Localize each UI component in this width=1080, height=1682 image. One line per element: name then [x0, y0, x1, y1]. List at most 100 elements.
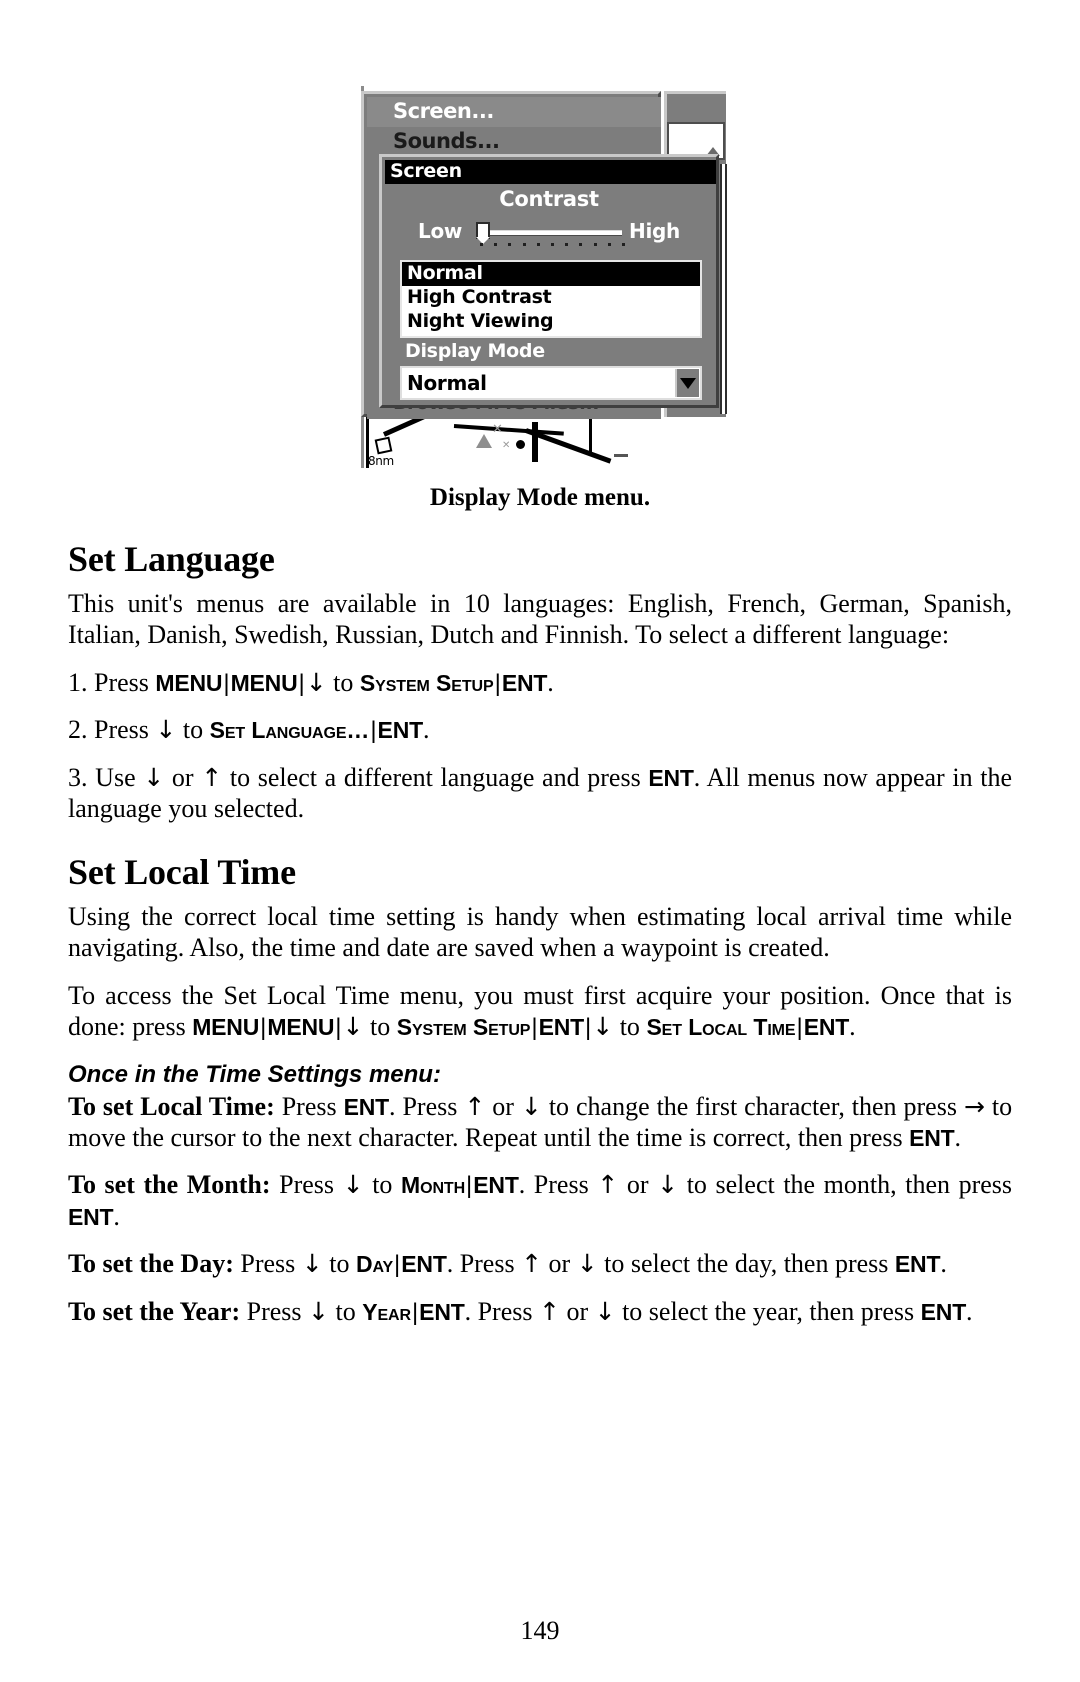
slider-high-label: High [629, 219, 680, 243]
separator: | [494, 669, 501, 697]
instruction-text: Press [279, 1170, 335, 1200]
connector: or [566, 1296, 589, 1326]
menu-set-language: Set Language… [209, 717, 370, 744]
set-language-step-3: 3. Use ↓ or ↑ to select a different lang… [68, 762, 1012, 825]
key-ent: ENT [648, 764, 694, 791]
step-body: to select a different language and press [229, 762, 641, 792]
separator: | [531, 1014, 538, 1042]
arrow-up-icon: ↑ [201, 762, 223, 792]
menu-day: Day [355, 1251, 394, 1278]
instruction-text: to select the month, then press [686, 1170, 1013, 1200]
arrow-down-icon: ↓ [342, 1170, 364, 1200]
contrast-slider-track[interactable] [480, 230, 622, 236]
arrow-down-icon: ↓ [594, 1296, 616, 1326]
map-cross-icon: ✕ [502, 440, 511, 451]
step-verb: Press [94, 667, 149, 697]
instruction-text: Press [281, 1091, 337, 1121]
period: . [113, 1201, 120, 1231]
map-position-dot-icon [516, 440, 525, 449]
instruction-set-year: To set the Year: Press ↓ to Year|ENT. Pr… [68, 1296, 1012, 1327]
key-ent: ENT [401, 1251, 447, 1278]
instruction-text: . Press [518, 1170, 589, 1200]
connector: to [369, 1012, 391, 1042]
step-connector: to [182, 715, 204, 745]
arrow-down-icon: ↓ [592, 1012, 614, 1042]
map-background: ✕ ✕ 8nm [364, 416, 729, 468]
menu-item-screen[interactable]: Screen... [367, 97, 661, 127]
key-menu: MENU [230, 669, 298, 696]
menu-system-setup: System Setup [396, 1014, 531, 1041]
chevron-down-icon[interactable] [675, 369, 699, 397]
arrow-up-icon: ↑ [521, 1249, 543, 1279]
instruction-text: . Press [389, 1091, 458, 1121]
map-landmark-triangle-icon [476, 434, 492, 448]
slider-tick-marks [480, 243, 625, 246]
contrast-slider-row: Low High [382, 217, 716, 251]
separator: | [585, 1014, 592, 1042]
list-item[interactable]: High Contrast [402, 286, 700, 310]
separator: | [298, 669, 305, 697]
key-ent: ENT [377, 717, 424, 744]
slider-low-label: Low [418, 219, 463, 243]
arrow-down-icon: ↓ [657, 1170, 679, 1200]
figure-caption: Display Mode menu. [429, 484, 651, 511]
arrow-right-icon: → [963, 1091, 985, 1121]
connector: or [492, 1091, 514, 1121]
arrow-down-icon: ↓ [520, 1091, 542, 1121]
set-language-step-2: 2. Press ↓ to Set Language…|ENT. [68, 714, 1012, 745]
instruction-lead: To set the Day: [68, 1249, 234, 1279]
list-item[interactable]: Normal [402, 262, 700, 286]
period: . [849, 1012, 856, 1042]
device-screenshot: ✕ ✕ 8nm Screen... Sounds... Browse MMC F… [351, 86, 729, 468]
vertical-scrollbar[interactable] [720, 164, 727, 414]
instruction-text: . Press [446, 1249, 515, 1279]
instruction-text: to select the year, then press [622, 1296, 915, 1326]
subheading-time-settings: Once in the Time Settings menu: [68, 1060, 441, 1088]
display-mode-combobox[interactable]: Normal [400, 366, 702, 400]
instruction-text: to select the day, then press [604, 1249, 889, 1279]
menu-item-sounds[interactable]: Sounds... [367, 127, 661, 157]
display-mode-listbox[interactable]: Normal High Contrast Night Viewing [400, 260, 702, 338]
connector: to [329, 1249, 350, 1279]
key-menu: MENU [192, 1014, 260, 1041]
list-item[interactable]: Night Viewing [402, 310, 700, 334]
step-number: 3. [68, 762, 88, 792]
step-verb: Press [94, 715, 149, 745]
contrast-slider-thumb[interactable] [476, 222, 490, 244]
connector: to [619, 1012, 640, 1042]
arrow-down-icon: ↓ [308, 1296, 329, 1326]
period: . [940, 1249, 947, 1279]
map-road [525, 428, 612, 464]
arrow-up-icon: ↑ [538, 1296, 560, 1326]
map-road [453, 424, 564, 436]
arrow-up-icon: ↑ [464, 1091, 486, 1121]
menu-set-local-time: Set Local Time [646, 1014, 796, 1041]
instruction-text: to change the first character, then pres… [548, 1091, 957, 1121]
arrow-down-icon: ↓ [305, 667, 327, 697]
menu-year: Year [362, 1298, 411, 1325]
key-menu: MENU [155, 669, 223, 696]
set-local-time-access: To access the Set Local Time menu, you m… [68, 980, 1012, 1043]
key-ent: ENT [538, 1014, 585, 1041]
key-ent: ENT [419, 1298, 465, 1325]
map-scale-label: 8nm [368, 454, 394, 468]
connector: to [372, 1170, 393, 1200]
dialog-title: Screen [385, 160, 716, 184]
instruction-lead: To set Local Time: [68, 1091, 275, 1121]
step-verb: Use [95, 762, 136, 792]
period: . [547, 667, 554, 697]
figure-display-mode-menu: ✕ ✕ 8nm Screen... Sounds... Browse MMC F… [68, 0, 1012, 512]
arrow-down-icon: ↓ [576, 1249, 598, 1279]
menu-system-setup: System Setup [359, 669, 494, 696]
map-tick [614, 454, 628, 457]
set-language-step-1: 1. Press MENU|MENU|↓ to System Setup|ENT… [68, 667, 1012, 698]
arrow-down-icon: ↓ [143, 762, 165, 792]
separator: | [370, 717, 377, 745]
page-title-set-language: Set Language [68, 539, 275, 579]
period: . [954, 1122, 962, 1152]
key-ent: ENT [909, 1124, 955, 1151]
separator: | [796, 1014, 803, 1042]
page-number: 149 [520, 1616, 560, 1645]
map-waypoint-square-icon [374, 436, 393, 455]
key-ent: ENT [473, 1172, 519, 1199]
